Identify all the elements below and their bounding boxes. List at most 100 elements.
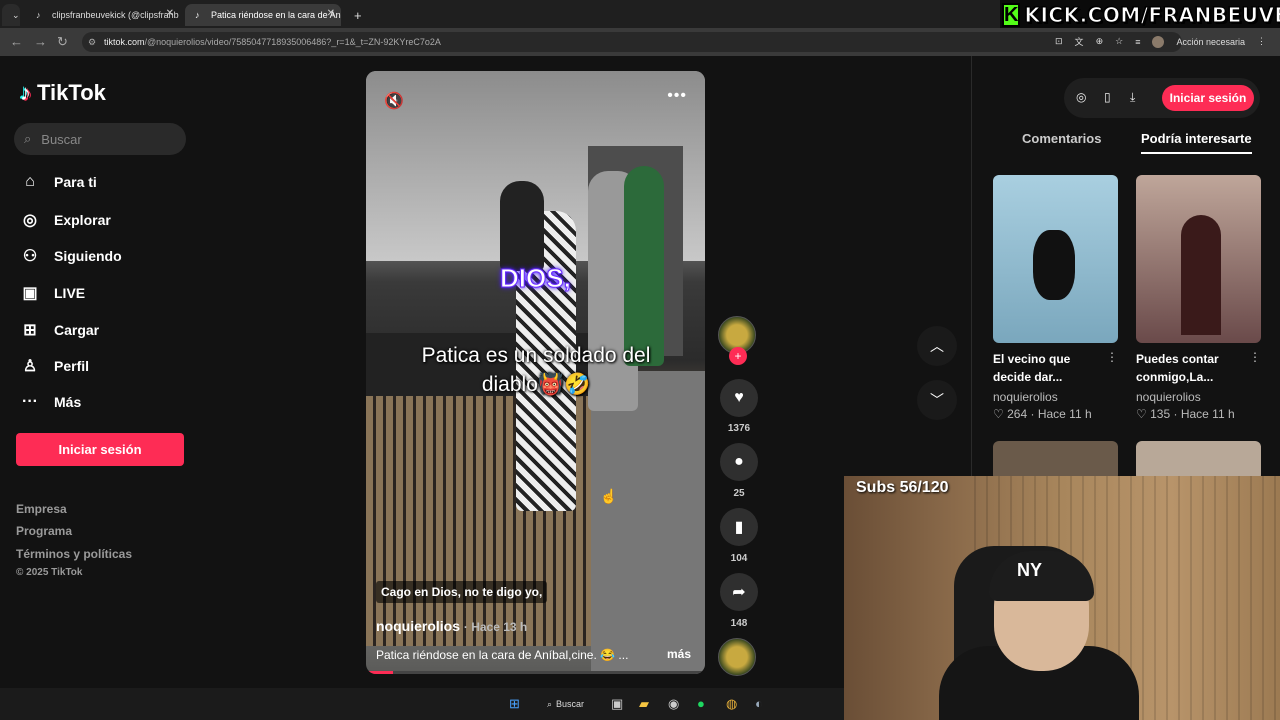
share-arrow-icon: ➦ — [732, 584, 746, 601]
sidebar-item-mas[interactable]: ··· Más — [20, 393, 81, 411]
windows-taskbar: ⊞ ⌕ Buscar ▣ ▰ ◉ ● ◍ ◐ — [0, 688, 844, 720]
kebab-icon[interactable]: ⋮ — [1106, 350, 1118, 364]
save-button[interactable]: ▮ — [720, 508, 758, 546]
bookmark-icon: ▮ — [734, 519, 744, 536]
task-view-icon[interactable]: ▣ — [611, 696, 623, 712]
browser-tabstrip: ⌄ ♪ clipsfranbeuvekick (@clipsfranb ✕ ♪ … — [0, 0, 1280, 30]
close-icon[interactable]: ✕ — [327, 8, 335, 19]
search-input[interactable]: ⌕ Buscar — [14, 123, 186, 155]
recommendation-author[interactable]: noquierolios — [1136, 390, 1201, 404]
nav-label: Más — [54, 394, 82, 410]
author-name[interactable]: noquierolios — [376, 618, 460, 634]
bookmark-star-icon[interactable]: ☆ — [1115, 36, 1123, 47]
recommendation-thumbnail[interactable] — [1136, 441, 1261, 481]
footer-link-terminos[interactable]: Términos y políticas — [16, 547, 132, 561]
menu-kebab-icon[interactable]: ⋮ — [1257, 36, 1266, 47]
recommendation-title[interactable]: El vecino que decide dar... — [993, 350, 1103, 386]
more-options-icon[interactable]: ••• — [667, 87, 687, 105]
footer-link-empresa[interactable]: Empresa — [16, 502, 67, 516]
nav-label: Explorar — [54, 212, 111, 228]
login-button[interactable]: Iniciar sesión — [16, 433, 184, 466]
phone-icon[interactable]: ▯ — [1104, 90, 1111, 104]
sidebar-item-siguiendo[interactable]: ⚇ Siguiendo — [20, 246, 122, 266]
share-button[interactable]: ➦ — [720, 573, 758, 611]
forward-icon[interactable]: → — [34, 34, 47, 49]
tiktok-logo[interactable]: ♪ TikTok — [20, 80, 106, 106]
url-field[interactable]: ⚙ tiktok.com/@noquierolios/video/7585047… — [82, 32, 1182, 52]
recommendation-title[interactable]: Puedes contar conmigo,La... — [1136, 350, 1246, 386]
sidebar-item-para-ti[interactable]: ⌂ Para ti — [20, 173, 97, 191]
translate-icon[interactable]: 文 — [1075, 35, 1084, 48]
kebab-icon[interactable]: ⋮ — [1249, 350, 1261, 364]
compass-icon[interactable]: ◎ — [1076, 90, 1086, 104]
zoom-icon[interactable]: ⊕ — [1096, 36, 1104, 47]
previous-video-button[interactable]: ︿ — [917, 326, 957, 366]
windows-start-icon[interactable]: ⊞ — [509, 696, 520, 712]
chevron-down-icon: ⌄ — [12, 9, 20, 20]
comment-count: 25 — [733, 488, 745, 499]
creator-avatar[interactable]: + — [718, 316, 756, 365]
address-bar-row: ← → ↻ ⚙ tiktok.com/@noquierolios/video/7… — [0, 28, 1280, 56]
video-author[interactable]: noquierolios · Hace 13 h — [376, 618, 527, 634]
video-person — [624, 166, 664, 366]
taskbar-search[interactable]: ⌕ Buscar — [539, 693, 599, 715]
tab-list-button[interactable]: ⌄ — [2, 4, 20, 26]
comment-icon: ● — [734, 453, 744, 470]
muted-speaker-icon[interactable]: 🔇 — [384, 91, 404, 111]
post-time: · Hace 11 h — [1173, 407, 1235, 421]
webcam-overlay: NY Subs 56/120 — [844, 476, 1280, 720]
action-needed-button[interactable]: Acción necesaria — [1176, 37, 1245, 47]
install-icon[interactable]: ⊡ — [1055, 36, 1063, 47]
nav-label: Para ti — [54, 174, 97, 190]
tab-clips[interactable]: ♪ clipsfranbeuvekick (@clipsfranb ✕ — [26, 4, 180, 26]
steam-icon[interactable]: ◐ — [755, 696, 763, 711]
recommendation-thumbnail[interactable] — [1136, 175, 1261, 343]
recommendation-thumbnail[interactable] — [993, 175, 1118, 343]
music-disc-avatar[interactable] — [718, 638, 756, 676]
footer-link-programa[interactable]: Programa — [16, 524, 72, 538]
video-caption-top: DIOS, — [500, 263, 572, 294]
spotify-icon[interactable]: ● — [697, 696, 705, 711]
url-path: /@noquierolios/video/7585047718935006486… — [144, 37, 441, 47]
thumbnail-shape — [1181, 215, 1221, 335]
media-icon[interactable]: ≡ — [1135, 37, 1140, 47]
chrome-icon[interactable]: ◍ — [726, 696, 737, 712]
profile-avatar[interactable] — [1152, 35, 1165, 48]
upload-icon: ⊞ — [23, 322, 37, 339]
comment-button[interactable]: ● — [720, 443, 758, 481]
recommendation-thumbnail[interactable] — [993, 441, 1118, 481]
tiktok-favicon-icon: ♪ — [195, 10, 200, 20]
tab-podria-interesarte[interactable]: Podría interesarte — [1141, 131, 1252, 154]
following-icon: ⚇ — [22, 248, 38, 265]
play-icon: ♡ — [993, 407, 1004, 421]
like-button[interactable]: ♥ — [720, 379, 758, 417]
reload-icon[interactable]: ↻ — [57, 34, 68, 50]
nav-label: Siguiendo — [54, 248, 122, 264]
app-icon[interactable]: ◉ — [668, 696, 679, 712]
nav-label: Cargar — [54, 322, 100, 338]
file-explorer-icon[interactable]: ▰ — [639, 696, 649, 712]
description-more-link[interactable]: más — [667, 647, 691, 661]
sidebar-item-cargar[interactable]: ⊞ Cargar — [20, 320, 99, 340]
download-icon[interactable]: ⤓ — [1130, 90, 1135, 105]
close-icon[interactable]: ✕ — [166, 8, 174, 19]
recommendation-author[interactable]: noquierolios — [993, 390, 1058, 404]
kick-logo: K — [1002, 3, 1021, 27]
tab-video[interactable]: ♪ Patica riéndose en la cara de An ✕ — [185, 4, 341, 26]
video-player[interactable]: 🔇 ••• DIOS, Patica es un soldado del dia… — [366, 71, 705, 674]
recommendation-stats: ♡ 135 · Hace 11 h — [1136, 407, 1235, 421]
cap-logo: NY — [1017, 560, 1043, 580]
tiktok-note-icon: ♪ — [20, 80, 31, 105]
follow-plus-icon[interactable]: + — [729, 347, 747, 365]
site-info-icon[interactable]: ⚙ — [88, 32, 96, 52]
back-icon[interactable]: ← — [10, 34, 23, 49]
video-progress-bar[interactable] — [366, 671, 705, 674]
sidebar-item-perfil[interactable]: ♙ Perfil — [20, 356, 89, 376]
next-video-button[interactable]: ﹀ — [917, 380, 957, 420]
sidebar-item-live[interactable]: ▣ LIVE — [20, 283, 85, 303]
toolbar-login-button[interactable]: Iniciar sesión — [1162, 85, 1254, 111]
live-icon: ▣ — [22, 285, 38, 302]
new-tab-button[interactable]: + — [344, 4, 364, 26]
tab-comentarios[interactable]: Comentarios — [1022, 131, 1101, 146]
sidebar-item-explorar[interactable]: ◎ Explorar — [20, 210, 111, 230]
